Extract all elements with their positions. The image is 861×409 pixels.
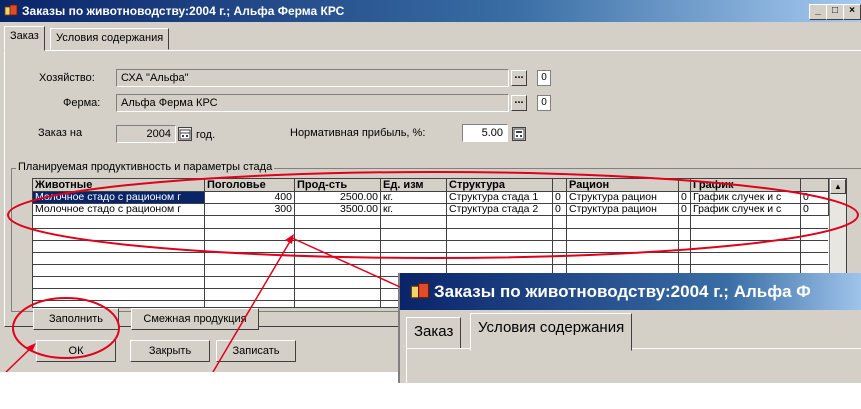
- owner-label: Хозяйство:: [39, 72, 95, 84]
- table-cell[interactable]: Структура стада 1: [447, 192, 553, 204]
- table-cell[interactable]: Молочное стадо с рационом г: [33, 192, 205, 204]
- column-header[interactable]: Поголовье: [205, 179, 295, 192]
- order-unit-label: год.: [196, 129, 216, 141]
- grid-line: [380, 192, 381, 307]
- farm-code-box[interactable]: 0: [537, 95, 551, 111]
- grid-line: [294, 192, 295, 307]
- table-cell[interactable]: 400: [205, 192, 295, 204]
- group-title: Планируемая продуктивность и параметры с…: [16, 161, 275, 173]
- ok-button[interactable]: ОК: [36, 340, 116, 362]
- owner-lookup-button[interactable]: ...: [511, 70, 527, 86]
- zoom-title-bar: Заказы по животноводству:2004 г.; Альфа …: [400, 273, 861, 310]
- grid-line: [33, 240, 828, 241]
- column-header[interactable]: [679, 179, 691, 192]
- table-cell[interactable]: 3500.00: [295, 204, 381, 216]
- zoom-tab-conditions[interactable]: Условия содержания: [470, 313, 633, 351]
- column-header[interactable]: Рацион: [567, 179, 679, 192]
- calendar-icon[interactable]: [178, 127, 192, 141]
- close-button[interactable]: Закрыть: [130, 340, 210, 362]
- profit-field[interactable]: 5.00: [462, 124, 508, 142]
- profit-label: Нормативная прибыль, %:: [290, 127, 426, 139]
- order-label: Заказ на: [38, 127, 83, 139]
- table-cell[interactable]: График случек и с: [691, 204, 801, 216]
- owner-field[interactable]: СХА "Альфа": [116, 69, 509, 87]
- grid-line: [204, 192, 205, 307]
- zoom-window-title: Заказы по животноводству:2004 г.; Альфа …: [434, 282, 811, 301]
- scroll-up-icon[interactable]: ▲: [830, 179, 846, 194]
- app-icon: [4, 4, 18, 16]
- table-cell[interactable]: Структура рацион: [567, 192, 679, 204]
- table-cell[interactable]: кг.: [381, 204, 447, 216]
- grid-line: [33, 228, 828, 229]
- column-header[interactable]: [801, 179, 829, 192]
- table-cell[interactable]: кг.: [381, 192, 447, 204]
- table-cell[interactable]: График случек и с: [691, 192, 801, 204]
- table-cell[interactable]: 0: [553, 192, 567, 204]
- column-header[interactable]: Ед. изм: [381, 179, 447, 192]
- farm-field[interactable]: Альфа Ферма КРС: [116, 94, 509, 112]
- related-products-button[interactable]: Смежная продукция: [131, 308, 259, 330]
- zoom-tab-order[interactable]: Заказ: [406, 317, 462, 349]
- order-year-field[interactable]: 2004: [116, 125, 176, 143]
- owner-code-box[interactable]: 0: [537, 70, 551, 86]
- column-header[interactable]: [553, 179, 567, 192]
- app-icon: [410, 282, 430, 299]
- maximize-button[interactable]: □: [826, 4, 844, 20]
- title-bar: Заказы по животноводству:2004 г.; Альфа …: [0, 0, 861, 22]
- table-cell[interactable]: Молочное стадо с рационом г: [33, 204, 205, 216]
- column-header[interactable]: Прод-сть: [295, 179, 381, 192]
- table-cell[interactable]: 2500.00: [295, 192, 381, 204]
- farm-label: Ферма:: [63, 97, 101, 109]
- fill-button[interactable]: Заполнить: [33, 308, 119, 330]
- tab-order[interactable]: Заказ: [4, 26, 45, 51]
- table-cell[interactable]: 0: [553, 204, 567, 216]
- calculator-icon[interactable]: [512, 127, 526, 141]
- minimize-button[interactable]: _: [809, 4, 827, 20]
- close-window-button[interactable]: ×: [843, 4, 861, 20]
- tab-conditions[interactable]: Условия содержания: [50, 28, 170, 50]
- table-cell[interactable]: 300: [205, 204, 295, 216]
- farm-lookup-button[interactable]: ...: [511, 95, 527, 111]
- column-header[interactable]: График: [691, 179, 801, 192]
- table-cell[interactable]: Структура стада 2: [447, 204, 553, 216]
- zoom-tab-panel: [406, 348, 861, 409]
- table-cell[interactable]: 0: [801, 204, 829, 216]
- grid-line: [33, 264, 828, 265]
- zoomed-window-inset: Заказы по животноводству:2004 г.; Альфа …: [398, 273, 861, 409]
- column-header[interactable]: Структура: [447, 179, 553, 192]
- save-button[interactable]: Записать: [216, 340, 296, 362]
- table-cell[interactable]: Структура рацион: [567, 204, 679, 216]
- table-cell[interactable]: 0: [801, 192, 829, 204]
- window-title: Заказы по животноводству:2004 г.; Альфа …: [22, 4, 345, 18]
- column-header[interactable]: Животные: [33, 179, 205, 192]
- grid-line: [33, 252, 828, 253]
